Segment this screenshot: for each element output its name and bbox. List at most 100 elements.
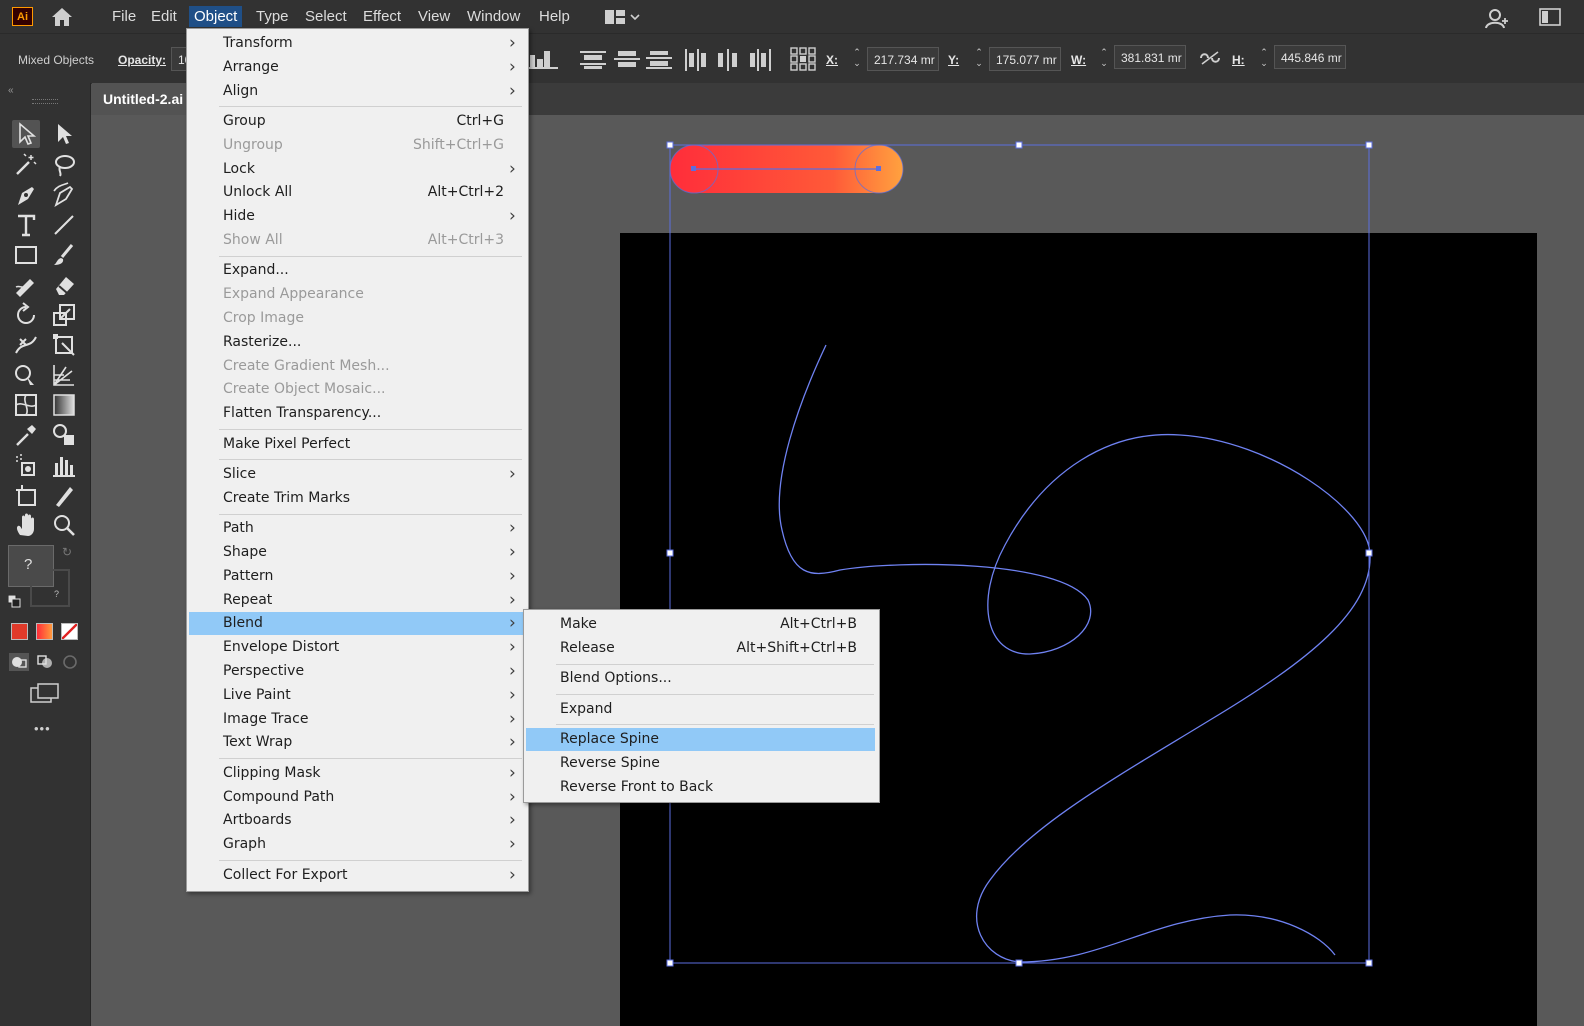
slice-tool-icon[interactable]	[50, 481, 78, 509]
opacity-field[interactable]: 10	[171, 47, 187, 71]
panel-grip-icon[interactable]	[32, 99, 58, 104]
free-transform-tool-icon[interactable]	[50, 331, 78, 359]
magic-wand-tool-icon[interactable]	[12, 151, 40, 179]
direct-selection-tool-icon[interactable]	[50, 120, 78, 148]
object-menu-item-clipping-mask[interactable]: Clipping Mask ›	[189, 762, 524, 785]
h-field[interactable]: 445.846 mr	[1274, 45, 1346, 69]
blend-tool-icon[interactable]	[50, 421, 78, 449]
width-tool-icon[interactable]	[12, 331, 40, 359]
workspace-switcher-icon[interactable]	[605, 8, 645, 31]
object-menu-item-expand[interactable]: Expand...	[189, 259, 524, 282]
distribute-vcenter-icon[interactable]	[614, 49, 640, 74]
object-menu-item-lock[interactable]: Lock ›	[189, 158, 524, 181]
object-menu-item-path[interactable]: Path ›	[189, 517, 524, 540]
object-menu-item-compound-path[interactable]: Compound Path ›	[189, 786, 524, 809]
object-menu-item-arrange[interactable]: Arrange ›	[189, 56, 524, 79]
lasso-tool-icon[interactable]	[50, 151, 78, 179]
h-stepper-icon[interactable]: ⌃ ⌄	[1256, 47, 1272, 71]
object-menu-item-repeat[interactable]: Repeat ›	[189, 589, 524, 612]
selection-tool-icon[interactable]	[12, 120, 40, 148]
distribute-bottom-icon[interactable]	[646, 49, 672, 74]
object-menu-item-shape[interactable]: Shape ›	[189, 541, 524, 564]
blend-menu-item-reverse-spine[interactable]: Reverse Spine	[526, 752, 875, 775]
gradient-tool-icon[interactable]	[50, 391, 78, 419]
object-menu-item-group[interactable]: Group Ctrl+G	[189, 110, 524, 133]
home-icon[interactable]	[50, 6, 74, 28]
menu-edit[interactable]: Edit	[146, 6, 182, 27]
x-stepper-icon[interactable]: ⌃ ⌄	[849, 47, 865, 71]
object-menu-item-make-pixel-perfect[interactable]: Make Pixel Perfect	[189, 433, 524, 456]
align-bottom-icon[interactable]	[528, 49, 558, 74]
menu-select[interactable]: Select	[300, 6, 352, 27]
object-menu-item-show-all[interactable]: Show All Alt+Ctrl+3	[189, 229, 524, 252]
w-stepper-icon[interactable]: ⌃ ⌄	[1096, 47, 1112, 71]
rectangle-tool-icon[interactable]	[12, 241, 40, 269]
screen-mode-icon[interactable]	[30, 683, 60, 708]
object-menu-item-create-object-mosaic[interactable]: Create Object Mosaic...	[189, 378, 524, 401]
distribute-right-icon[interactable]	[748, 49, 774, 76]
blend-menu-item-release[interactable]: Release Alt+Shift+Ctrl+B	[526, 637, 875, 660]
object-menu-item-pattern[interactable]: Pattern ›	[189, 565, 524, 588]
menu-file[interactable]: File	[107, 6, 141, 27]
menu-type[interactable]: Type	[251, 6, 294, 27]
object-menu-item-ungroup[interactable]: Ungroup Shift+Ctrl+G	[189, 134, 524, 157]
hand-tool-icon[interactable]	[12, 511, 40, 539]
color-mode-icon[interactable]	[11, 623, 28, 640]
object-menu-item-create-gradient-mesh[interactable]: Create Gradient Mesh...	[189, 355, 524, 378]
blend-menu-item-expand[interactable]: Expand	[526, 698, 875, 721]
shaper-tool-icon[interactable]	[12, 271, 40, 299]
scale-tool-icon[interactable]	[50, 301, 78, 329]
object-menu-item-collect-for-export[interactable]: Collect For Export ›	[189, 864, 524, 887]
opacity-label[interactable]: Opacity:	[118, 53, 166, 67]
mesh-tool-icon[interactable]	[12, 391, 40, 419]
edit-toolbar-icon[interactable]: •••	[34, 721, 51, 736]
object-menu-item-hide[interactable]: Hide ›	[189, 205, 524, 228]
object-menu-item-perspective[interactable]: Perspective ›	[189, 660, 524, 683]
object-menu-item-crop-image[interactable]: Crop Image	[189, 307, 524, 330]
blend-menu-item-blend-options[interactable]: Blend Options...	[526, 667, 875, 690]
rotate-tool-icon[interactable]	[12, 301, 40, 329]
y-stepper-icon[interactable]: ⌃ ⌄	[971, 47, 987, 71]
eraser-tool-icon[interactable]	[50, 271, 78, 299]
menu-help[interactable]: Help	[534, 6, 575, 27]
type-tool-icon[interactable]	[12, 211, 40, 239]
arrange-documents-icon[interactable]	[1539, 7, 1561, 32]
zoom-tool-icon[interactable]	[50, 511, 78, 539]
draw-behind-icon[interactable]	[35, 653, 55, 676]
distribute-hcenter-icon[interactable]	[716, 49, 742, 76]
blend-menu-item-reverse-front-to-back[interactable]: Reverse Front to Back	[526, 776, 875, 799]
x-field[interactable]: 217.734 mr	[867, 47, 939, 71]
object-menu-item-align[interactable]: Align ›	[189, 80, 524, 103]
object-menu-item-create-trim-marks[interactable]: Create Trim Marks	[189, 487, 524, 510]
object-menu-item-transform[interactable]: Transform ›	[189, 32, 524, 55]
object-menu-item-graph[interactable]: Graph ›	[189, 833, 524, 856]
constrain-proportions-link-icon[interactable]	[1198, 49, 1222, 72]
panel-collapse-icon[interactable]: «	[8, 85, 14, 96]
object-menu-item-live-paint[interactable]: Live Paint ›	[189, 684, 524, 707]
object-menu-item-flatten-transparency[interactable]: Flatten Transparency...	[189, 402, 524, 425]
menu-object[interactable]: Object	[189, 6, 243, 27]
object-menu-item-text-wrap[interactable]: Text Wrap ›	[189, 731, 524, 754]
object-menu-item-envelope-distort[interactable]: Envelope Distort ›	[189, 636, 524, 659]
draw-normal-icon[interactable]	[9, 653, 29, 676]
none-mode-icon[interactable]	[61, 623, 78, 640]
blend-menu-item-make[interactable]: Make Alt+Ctrl+B	[526, 613, 875, 636]
artboard-tool-icon[interactable]	[12, 481, 40, 509]
menu-window[interactable]: Window	[462, 6, 525, 27]
stroke-swatch[interactable]: ?	[30, 569, 70, 607]
y-field[interactable]: 175.077 mr	[989, 47, 1061, 71]
paintbrush-tool-icon[interactable]	[50, 241, 78, 269]
column-graph-tool-icon[interactable]	[50, 451, 78, 479]
object-menu-item-rasterize[interactable]: Rasterize...	[189, 331, 524, 354]
draw-inside-icon[interactable]	[61, 653, 81, 676]
blend-menu-item-replace-spine[interactable]: Replace Spine	[526, 728, 875, 751]
symbol-sprayer-tool-icon[interactable]	[12, 451, 40, 479]
swap-fill-stroke-icon[interactable]: ↻	[62, 545, 72, 559]
menu-view[interactable]: View	[413, 6, 455, 27]
shape-builder-tool-icon[interactable]	[12, 361, 40, 389]
reference-point-icon[interactable]	[790, 47, 816, 76]
gradient-mode-icon[interactable]	[36, 623, 53, 640]
curvature-tool-icon[interactable]	[50, 181, 78, 209]
distribute-top-icon[interactable]	[580, 49, 606, 74]
pen-tool-icon[interactable]	[12, 181, 40, 209]
